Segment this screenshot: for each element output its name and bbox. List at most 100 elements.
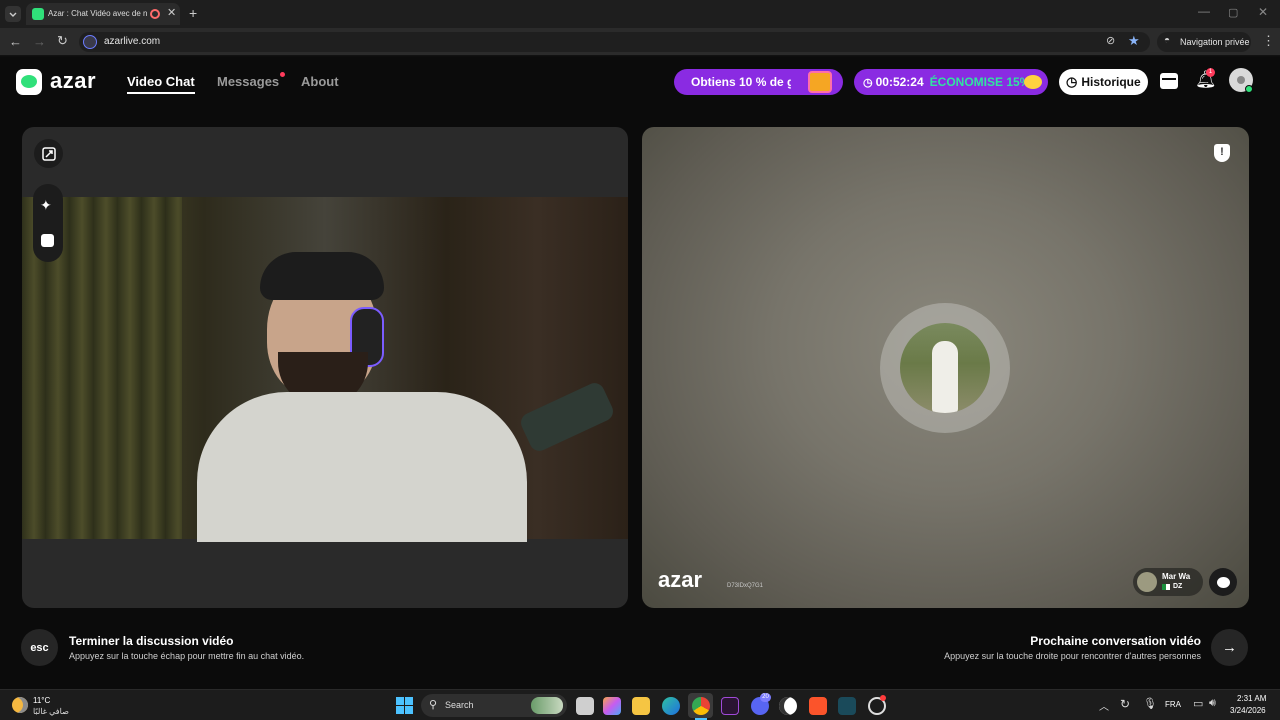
omnibox[interactable]: azarlive.com ⊘ ★ — [79, 32, 1150, 52]
recording-icon — [150, 9, 160, 19]
notification-badge: 1 — [1206, 68, 1215, 77]
history-clock-icon: ◷ — [1066, 74, 1078, 89]
volume-icon[interactable]: 🔊︎ — [1209, 697, 1216, 710]
site-info-icon[interactable] — [83, 35, 97, 49]
windows-start-icon[interactable] — [396, 697, 413, 714]
logo-text: azar — [50, 68, 97, 93]
browser-tab[interactable]: Azar : Chat Vidéo avec de n ✕ — [26, 3, 180, 25]
browser-address-bar: ← → ↻ azarlive.com ⊘ ★ ◓ Navigation priv… — [0, 28, 1280, 56]
tab-close-icon[interactable]: ✕ — [167, 6, 176, 19]
partner-mini-avatar — [1137, 572, 1157, 592]
azar-watermark: azar — [658, 567, 703, 592]
brave-icon[interactable] — [809, 697, 827, 715]
chat-button[interactable] — [1209, 568, 1237, 596]
expand-button[interactable] — [34, 139, 63, 168]
gem-icon — [1024, 75, 1042, 89]
next-chat-desc: Appuyez sur la touche droite pour rencon… — [944, 651, 1201, 661]
microphone — [517, 379, 617, 455]
weather-widget[interactable]: 11°C صافي غالبًا — [8, 692, 88, 719]
task-view-icon[interactable] — [576, 697, 594, 715]
remote-video-panel: ! azar D73IDxQ7G1 Mar Wa DZ — [642, 127, 1249, 608]
history-button[interactable]: ◷ Historique — [1059, 69, 1148, 95]
chrome-icon[interactable] — [692, 697, 710, 715]
treasure-chest-icon — [808, 71, 832, 93]
azar-favicon — [32, 8, 44, 20]
next-chat-title: Prochaine conversation vidéo — [1030, 634, 1201, 648]
reload-icon[interactable]: ↻ — [57, 33, 68, 49]
end-chat-desc: Appuyez sur la touche échap pour mettre … — [69, 651, 305, 661]
partner-avatar-ring — [880, 303, 1010, 433]
report-shield-icon[interactable]: ! — [1214, 144, 1230, 162]
arrow-right-icon: → — [1222, 639, 1237, 656]
partner-badge[interactable]: Mar Wa DZ — [1133, 568, 1203, 596]
nav-messages[interactable]: Messages — [217, 74, 279, 89]
chevron-down-icon — [9, 12, 17, 17]
network-icon[interactable]: ▭ — [1193, 697, 1203, 710]
window-close-icon[interactable]: ✕ — [1258, 5, 1268, 19]
next-chat-button[interactable]: → — [1211, 629, 1248, 666]
incognito-icon: ◓ — [1164, 35, 1171, 46]
forward-icon[interactable]: → — [33, 34, 46, 49]
local-video-panel: ✦ — [22, 127, 628, 608]
copilot-icon[interactable] — [603, 697, 621, 715]
eye-off-icon[interactable]: ⊘ — [1106, 34, 1115, 47]
microphone-icon[interactable]: 🎙︎ — [1143, 697, 1157, 710]
tab-list-button[interactable] — [5, 6, 21, 22]
restore-icon[interactable]: ▢ — [1228, 6, 1238, 19]
search-highlight-image — [531, 697, 563, 714]
search-label: Search — [445, 700, 474, 710]
windows-taskbar: 11°C صافي غالبًا ⚲ Search 20 ︿ ↻ 🎙︎ FRA … — [0, 689, 1280, 720]
clock-date[interactable]: 3/24/2026 — [1230, 706, 1266, 715]
weather-temp: 11°C — [33, 696, 51, 705]
partner-avatar — [900, 323, 990, 413]
shop-icon[interactable] — [1160, 73, 1178, 89]
history-label: Historique — [1081, 75, 1141, 89]
search-icon: ⚲ — [429, 699, 438, 711]
file-explorer-icon[interactable] — [632, 697, 650, 715]
taskbar-search[interactable]: ⚲ Search — [421, 694, 567, 717]
discord-badge: 20 — [760, 693, 771, 702]
streamer-figure — [182, 247, 527, 542]
discount-label: ÉCONOMISE 15% — [929, 75, 1031, 89]
esc-key-label: esc — [30, 641, 49, 654]
url-text[interactable]: azarlive.com — [104, 36, 160, 47]
clock-time[interactable]: 2:31 AM — [1237, 694, 1266, 703]
nav-active-underline — [127, 92, 195, 94]
sync-icon[interactable]: ↻ — [1120, 697, 1130, 711]
minimize-icon[interactable]: — — [1198, 4, 1210, 18]
discord-badge-count: 20 — [762, 694, 769, 700]
vegas-icon[interactable] — [721, 697, 739, 715]
weather-moon-icon — [12, 697, 28, 713]
nav-about[interactable]: About — [301, 74, 339, 89]
app-arrow-icon[interactable] — [838, 697, 856, 715]
tray-chevron-icon[interactable]: ︿ — [1099, 698, 1109, 713]
promo-button[interactable]: Obtiens 10 % de ge — [674, 69, 843, 95]
private-label: Navigation privée — [1180, 37, 1250, 47]
weather-desc: صافي غالبًا — [33, 707, 69, 716]
esc-button[interactable]: esc — [21, 629, 58, 666]
session-id: D73IDxQ7G1 — [727, 583, 764, 589]
language-indicator[interactable]: FRA — [1165, 700, 1181, 709]
expand-icon — [41, 146, 56, 161]
notification-count: 1 — [1208, 69, 1213, 75]
sticker-face-icon[interactable] — [41, 234, 54, 247]
partner-country: DZ — [1173, 583, 1183, 590]
recorder-dot — [880, 695, 886, 701]
edge-icon[interactable] — [662, 697, 680, 715]
menu-kebab-icon[interactable]: ⋮ — [1262, 33, 1275, 49]
star-icon[interactable]: ★ — [1128, 33, 1140, 49]
obs-icon[interactable] — [779, 697, 797, 715]
magic-wand-icon[interactable]: ✦ — [40, 197, 52, 214]
promo-label: Obtiens 10 % de ge — [691, 75, 791, 89]
browser-tab-bar: Azar : Chat Vidéo avec de n ✕ + — ▢ ✕ — [0, 0, 1280, 28]
end-chat-title: Terminer la discussion vidéo — [69, 634, 234, 648]
effects-toolbar — [33, 184, 63, 262]
countdown-timer: 00:52:24 — [875, 75, 924, 89]
back-icon[interactable]: ← — [9, 34, 22, 49]
azar-logo[interactable]: azar — [16, 68, 102, 95]
discount-timer-button[interactable]: ◷ 00:52:24 ÉCONOMISE 15% — [854, 69, 1048, 95]
azar-logo-icon — [16, 69, 42, 95]
nav-video-chat[interactable]: Video Chat — [127, 74, 195, 89]
private-mode-badge[interactable]: ◓ Navigation privée — [1157, 32, 1251, 52]
new-tab-icon[interactable]: + — [189, 5, 197, 21]
